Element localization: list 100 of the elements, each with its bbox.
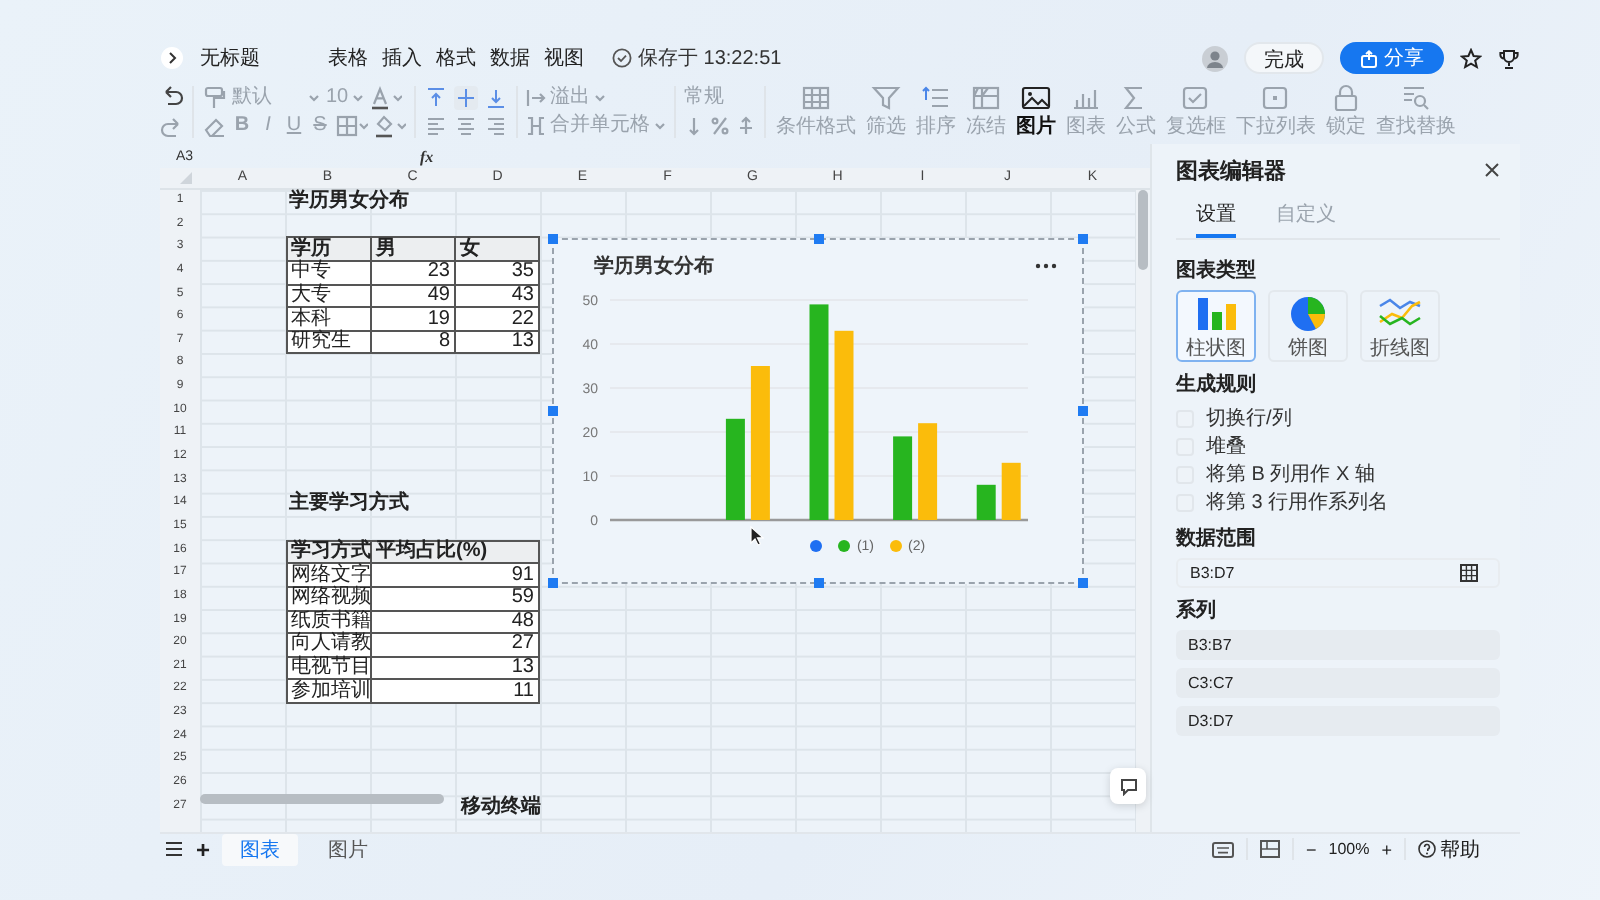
sheet-tab[interactable]: 图表 bbox=[222, 833, 299, 865]
expand-button[interactable] bbox=[160, 46, 184, 70]
bar[interactable] bbox=[976, 484, 996, 520]
table-cell: 48 bbox=[371, 610, 539, 634]
menu-icon[interactable] bbox=[164, 840, 184, 858]
tab[interactable]: 设置 bbox=[1196, 200, 1236, 238]
bar[interactable] bbox=[918, 423, 938, 520]
table-cell: 向人请教 bbox=[286, 633, 371, 657]
document-title: 无标题 bbox=[200, 45, 260, 72]
resize-handle[interactable] bbox=[1078, 578, 1088, 588]
layout-icon[interactable] bbox=[1260, 840, 1280, 858]
cursor-icon bbox=[750, 526, 764, 546]
align-middle-icon[interactable] bbox=[454, 86, 478, 110]
comment-button[interactable] bbox=[1110, 768, 1146, 804]
caret-icon bbox=[352, 94, 365, 102]
menu-item[interactable]: 视图 bbox=[544, 44, 584, 72]
pie-chart-icon bbox=[1286, 293, 1330, 333]
caret-icon bbox=[654, 122, 666, 130]
help-button[interactable]: 帮助 bbox=[1418, 835, 1520, 863]
bar[interactable] bbox=[893, 436, 913, 520]
close-icon[interactable] bbox=[1484, 162, 1500, 178]
table-header-cell: 学历 bbox=[286, 237, 371, 261]
series-field[interactable]: B3:B7 bbox=[1176, 630, 1500, 660]
zoom-in-button[interactable]: + bbox=[1381, 839, 1392, 859]
chart-type-option[interactable]: 饼图 bbox=[1268, 290, 1348, 362]
search-icon bbox=[1400, 84, 1432, 112]
table-cell: 8 bbox=[371, 330, 455, 354]
menu-item[interactable]: 数据 bbox=[490, 44, 530, 72]
section-heading: 图表类型 bbox=[1176, 257, 1258, 284]
scrollbar[interactable] bbox=[200, 794, 444, 804]
series-field[interactable]: D3:D7 bbox=[1176, 706, 1500, 736]
resize-handle[interactable] bbox=[548, 406, 558, 416]
zoom-out-button[interactable]: − bbox=[1306, 839, 1317, 859]
eraser-icon[interactable] bbox=[202, 114, 226, 138]
redo-icon[interactable] bbox=[160, 116, 184, 140]
bar[interactable] bbox=[750, 366, 770, 520]
panel-title: 图表编辑器 bbox=[1176, 157, 1286, 185]
undo-icon[interactable] bbox=[160, 84, 184, 108]
bar[interactable] bbox=[725, 418, 745, 520]
range-field[interactable]: B3:D7 bbox=[1176, 558, 1500, 588]
resize-handle[interactable] bbox=[814, 578, 824, 588]
done-button[interactable]: 完成 bbox=[1244, 42, 1324, 74]
caret-icon bbox=[594, 94, 606, 102]
series-field[interactable]: C3:C7 bbox=[1176, 668, 1500, 698]
resize-handle[interactable] bbox=[548, 234, 558, 244]
keyboard-icon[interactable] bbox=[1212, 841, 1234, 857]
table-cell: 23 bbox=[371, 260, 455, 285]
decimal-increase-icon[interactable] bbox=[684, 116, 704, 136]
table-cell: 43 bbox=[455, 284, 539, 308]
checkbox-label: 切换行/列 bbox=[1206, 405, 1292, 432]
resize-handle[interactable] bbox=[1078, 406, 1088, 416]
align-left-icon[interactable] bbox=[424, 114, 448, 138]
chart-type-option[interactable]: 折线图 bbox=[1360, 290, 1440, 362]
comment-icon bbox=[1119, 777, 1137, 795]
formula-label: fx bbox=[420, 147, 434, 165]
table-cell: 19 bbox=[371, 307, 455, 331]
share-button[interactable]: 分享 bbox=[1340, 42, 1444, 74]
table-cell: 大专 bbox=[286, 284, 371, 308]
align-bottom-icon[interactable] bbox=[484, 86, 508, 110]
table-cell: 35 bbox=[455, 260, 539, 285]
menu-item[interactable]: 表格 bbox=[328, 44, 368, 72]
sheet-heading: 主要学习方式 bbox=[287, 492, 411, 516]
table-header-cell: 男 bbox=[371, 237, 455, 261]
chart-type-option[interactable]: 柱状图 bbox=[1176, 290, 1256, 362]
paint-brush-icon[interactable] bbox=[202, 86, 226, 110]
checkbox-label: 将第 3 行用作系列名 bbox=[1206, 489, 1389, 516]
table-grid-icon bbox=[800, 84, 832, 112]
table-cell: 中专 bbox=[286, 260, 371, 285]
align-center-icon[interactable] bbox=[454, 114, 478, 138]
save-status: 保存于 13:22:51 bbox=[638, 46, 782, 72]
table-cell: 研究生 bbox=[286, 330, 371, 354]
table-cell: 电视节目 bbox=[286, 656, 371, 680]
table-cell: 参加培训 bbox=[286, 679, 371, 704]
menu-item[interactable]: 插入 bbox=[382, 44, 422, 72]
decimal-decrease-icon[interactable] bbox=[736, 116, 756, 136]
bar[interactable] bbox=[809, 304, 829, 520]
font-color-icon[interactable] bbox=[370, 86, 403, 110]
sheet-tab[interactable]: 图片 bbox=[310, 833, 387, 865]
align-right-icon[interactable] bbox=[484, 114, 508, 138]
align-top-icon[interactable] bbox=[424, 86, 448, 110]
bar[interactable] bbox=[834, 330, 854, 520]
resize-handle[interactable] bbox=[548, 578, 558, 588]
bar[interactable] bbox=[1001, 462, 1021, 520]
table-cell: 网络文字 bbox=[286, 563, 371, 587]
more-icon[interactable] bbox=[1034, 262, 1058, 270]
cup-icon[interactable] bbox=[1498, 47, 1520, 69]
resize-handle[interactable] bbox=[814, 234, 824, 244]
resize-handle[interactable] bbox=[1078, 234, 1088, 244]
menu-item[interactable]: 格式 bbox=[436, 44, 476, 72]
fill-color-icon[interactable] bbox=[374, 114, 406, 138]
table-cell: 本科 bbox=[286, 307, 371, 331]
add-sheet-button[interactable]: + bbox=[196, 835, 211, 863]
percent-icon[interactable] bbox=[710, 116, 730, 136]
table-cell: 纸质书籍 bbox=[286, 610, 371, 634]
toolbar-button[interactable]: 图片 bbox=[1014, 84, 1058, 140]
chart-title: 学历男女分布 bbox=[594, 253, 714, 280]
star-icon[interactable] bbox=[1460, 47, 1482, 69]
avatar-icon[interactable] bbox=[1202, 45, 1228, 71]
sort-icon bbox=[920, 84, 952, 112]
square-icon bbox=[1260, 84, 1292, 112]
